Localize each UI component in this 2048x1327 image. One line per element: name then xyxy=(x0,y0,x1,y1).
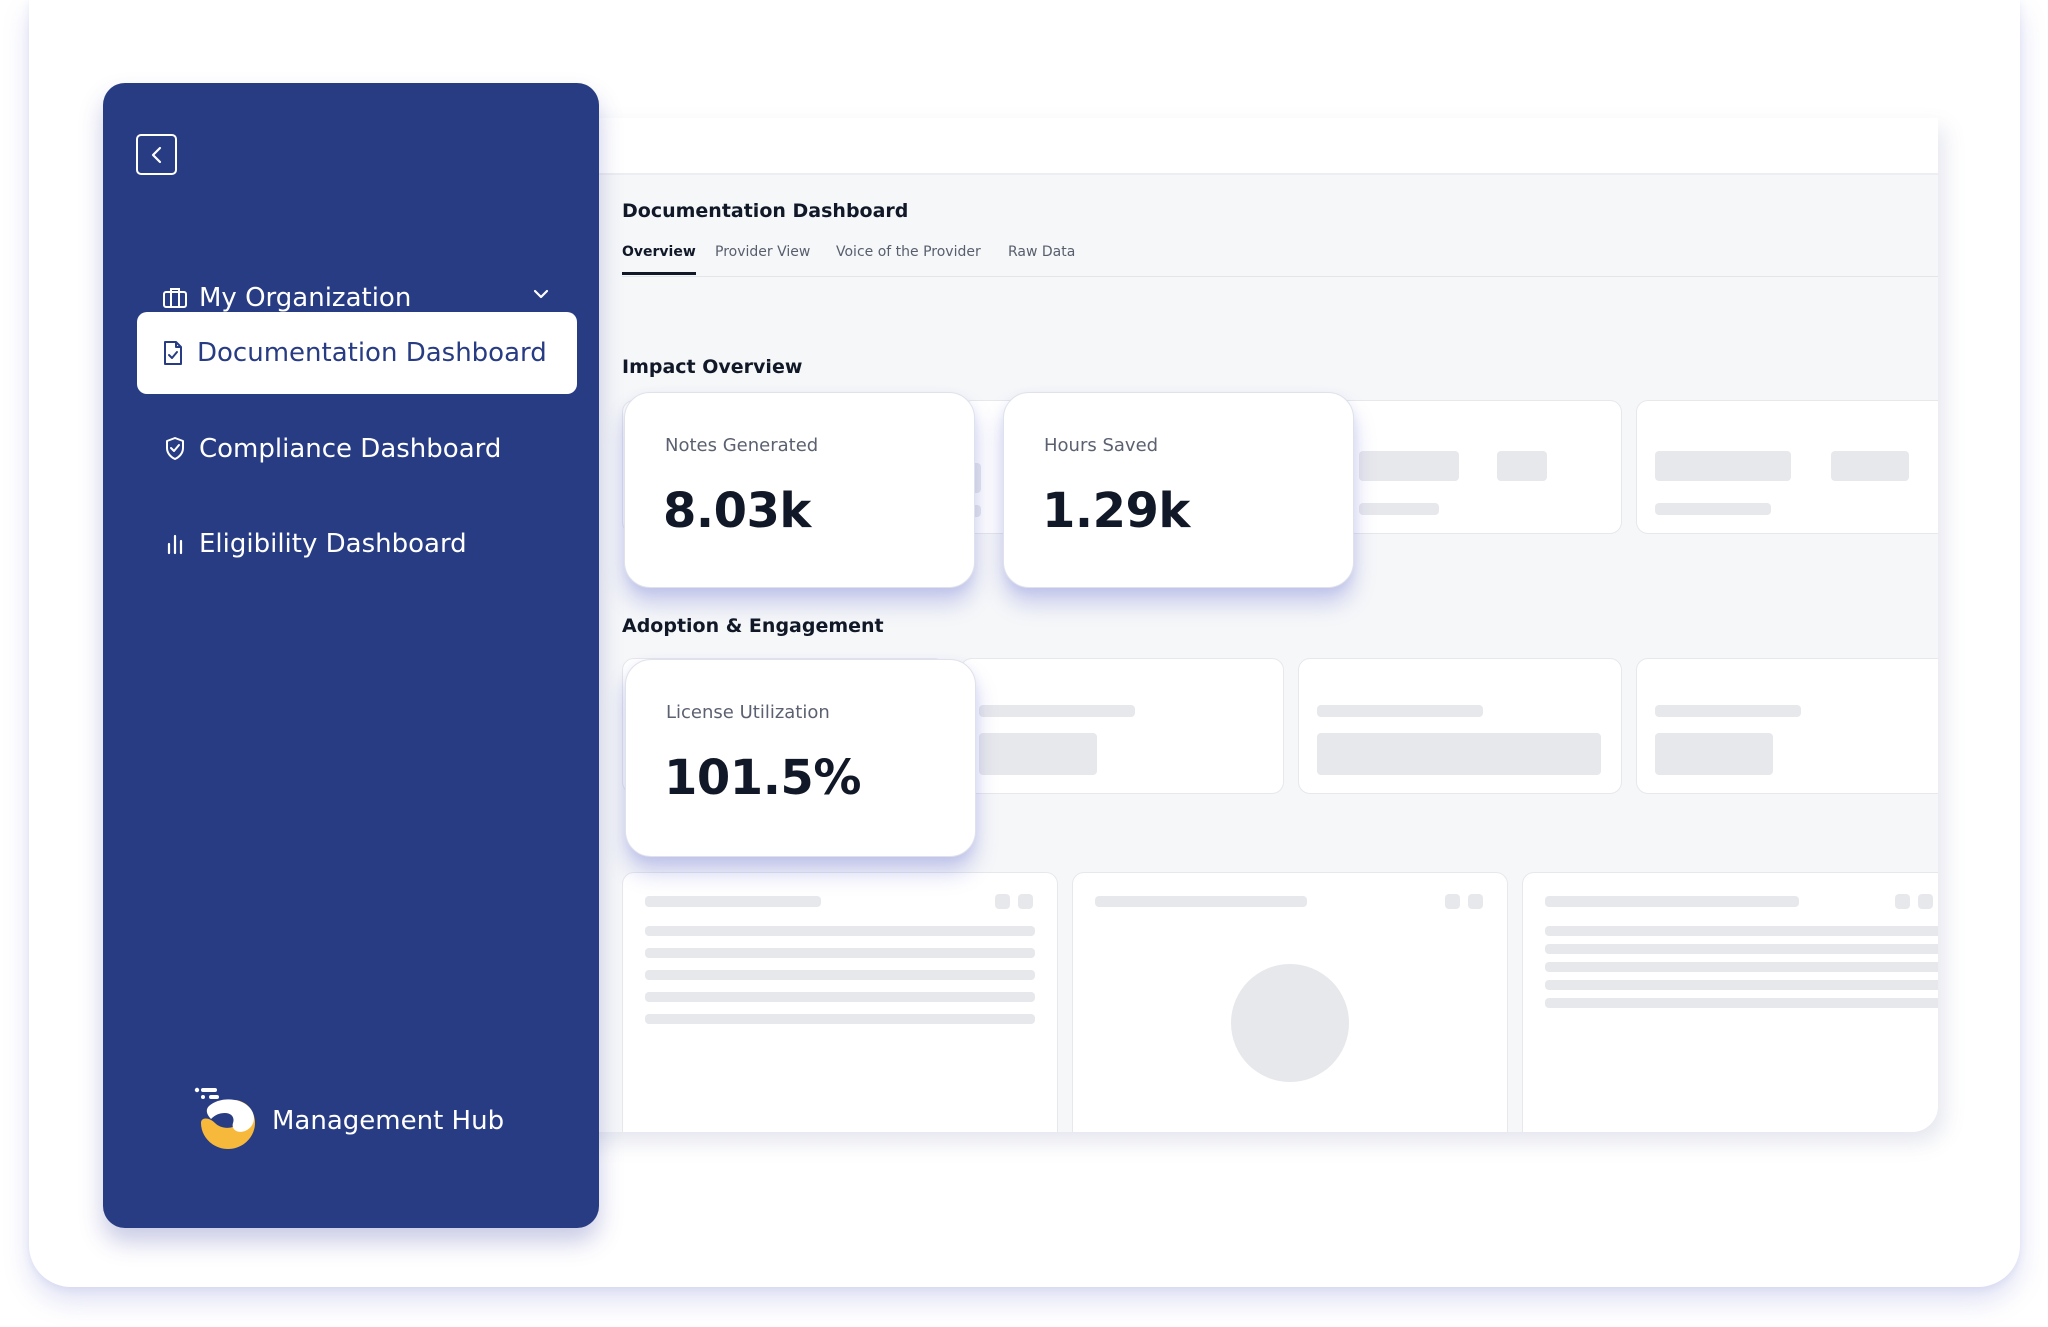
skeleton-block xyxy=(979,733,1097,775)
list-panel-placeholder-2 xyxy=(1522,872,1938,1132)
tab-overview[interactable]: Overview xyxy=(622,244,696,275)
skeleton-line xyxy=(1545,944,1938,954)
skeleton-line xyxy=(645,926,1035,936)
notes-generated-value: 8.03k xyxy=(663,483,811,539)
adoption-card-placeholder-4 xyxy=(1636,658,1938,794)
briefcase-icon xyxy=(161,284,189,312)
license-utilization-value: 101.5% xyxy=(664,750,861,806)
adoption-card-placeholder-2 xyxy=(960,658,1284,794)
skeleton-line xyxy=(1655,705,1801,717)
skeleton-line xyxy=(645,970,1035,980)
hours-saved-card[interactable]: Hours Saved 1.29k xyxy=(1003,392,1354,588)
license-utilization-card[interactable]: License Utilization 101.5% xyxy=(625,659,976,857)
impact-card-placeholder-4 xyxy=(1636,400,1938,534)
dashboard-window: Documentation Dashboard Overview Provide… xyxy=(560,118,1938,1132)
sidebar-item-label: Eligibility Dashboard xyxy=(199,529,467,559)
skeleton-line xyxy=(1545,926,1938,936)
skeleton-line xyxy=(979,705,1135,717)
bar-chart-icon xyxy=(161,530,189,558)
adoption-card-placeholder-3 xyxy=(1298,658,1622,794)
skeleton-icon xyxy=(1918,894,1933,909)
shield-check-icon xyxy=(161,435,189,463)
skeleton-line xyxy=(645,1014,1035,1024)
sidebar-item-documentation-dashboard[interactable]: Documentation Dashboard xyxy=(137,312,577,394)
chart-panel-placeholder xyxy=(1072,872,1508,1132)
skeleton-line xyxy=(645,896,821,907)
brand-name: Management Hub xyxy=(272,1106,505,1136)
brand: Management Hub xyxy=(191,1083,531,1163)
skeleton-block xyxy=(1655,451,1791,481)
license-utilization-label: License Utilization xyxy=(666,702,830,723)
skeleton-line xyxy=(1545,962,1938,972)
sidebar-item-label: Compliance Dashboard xyxy=(199,434,502,464)
skeleton-line xyxy=(1095,896,1307,907)
tab-provider-view[interactable]: Provider View xyxy=(715,244,810,260)
adoption-engagement-title: Adoption & Engagement xyxy=(622,615,884,637)
hours-saved-label: Hours Saved xyxy=(1044,435,1159,456)
skeleton-line xyxy=(1655,503,1771,515)
skeleton-line xyxy=(1545,998,1938,1008)
skeleton-line xyxy=(1317,705,1483,717)
skeleton-block xyxy=(1317,733,1601,775)
tab-voice-of-the-provider[interactable]: Voice of the Provider xyxy=(836,244,981,260)
impact-overview-title: Impact Overview xyxy=(622,356,803,378)
skeleton-line xyxy=(1545,980,1938,990)
skeleton-icon xyxy=(1895,894,1910,909)
chevron-down-icon[interactable] xyxy=(531,287,551,301)
skeleton-line xyxy=(1545,896,1799,907)
list-panel-placeholder-1 xyxy=(622,872,1058,1132)
document-check-icon xyxy=(159,339,187,367)
top-bar xyxy=(560,118,1938,175)
skeleton-line xyxy=(1359,503,1439,515)
sidebar-item-eligibility-dashboard[interactable]: Eligibility Dashboard xyxy=(137,503,577,585)
tab-bar: Overview Provider View Voice of the Prov… xyxy=(622,244,1938,277)
skeleton-icon xyxy=(1468,894,1483,909)
page-title: Documentation Dashboard xyxy=(622,200,909,222)
skeleton-line xyxy=(645,948,1035,958)
skeleton-icon xyxy=(1445,894,1460,909)
skeleton-block xyxy=(1359,451,1459,481)
skeleton-icon xyxy=(995,894,1010,909)
chevron-left-icon xyxy=(151,146,161,163)
skeleton-line xyxy=(645,992,1035,1002)
skeleton-block xyxy=(1497,451,1547,481)
sidebar: My Organization Documentation Dashboard … xyxy=(103,83,599,1228)
notes-generated-card[interactable]: Notes Generated 8.03k xyxy=(624,392,975,588)
skeleton-block xyxy=(1655,733,1773,775)
logo-icon xyxy=(194,1087,255,1149)
sidebar-item-compliance-dashboard[interactable]: Compliance Dashboard xyxy=(137,408,577,490)
skeleton-icon xyxy=(1018,894,1033,909)
collapse-sidebar-button[interactable] xyxy=(136,134,177,175)
skeleton-pie xyxy=(1231,964,1349,1082)
hours-saved-value: 1.29k xyxy=(1042,483,1190,539)
skeleton-block xyxy=(1831,451,1909,481)
notes-generated-label: Notes Generated xyxy=(665,435,819,456)
sidebar-item-label: My Organization xyxy=(199,283,412,313)
tab-raw-data[interactable]: Raw Data xyxy=(1008,244,1075,260)
sidebar-item-label: Documentation Dashboard xyxy=(197,338,547,368)
